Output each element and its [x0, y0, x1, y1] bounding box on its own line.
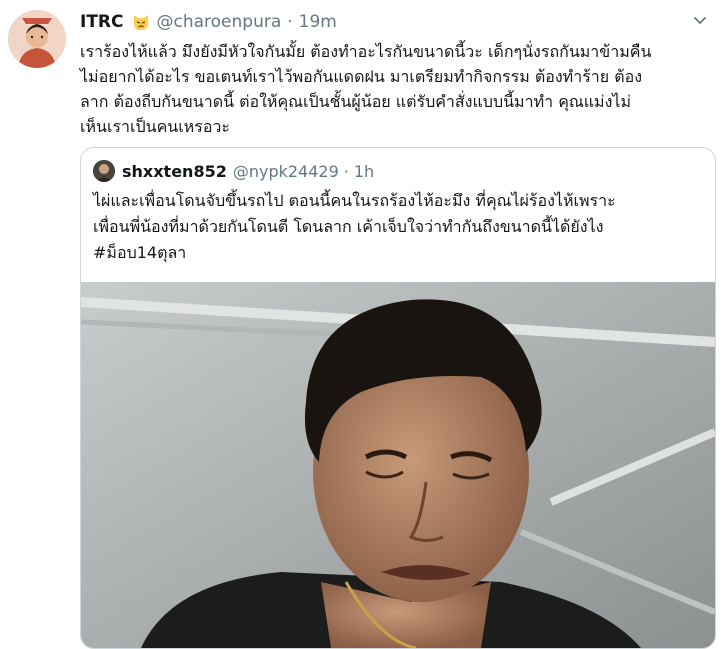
header-separator: ·: [287, 12, 293, 32]
pouting-cat-emoji-icon: [131, 12, 151, 32]
tweet[interactable]: ITRC @charoenpura · 19m เราร้องไห้แล้ว ม…: [0, 0, 724, 649]
chevron-down-icon[interactable]: [690, 10, 710, 30]
author-avatar[interactable]: [8, 10, 66, 68]
tweet-header: ITRC @charoenpura · 19m: [80, 10, 337, 34]
quoted-tweet[interactable]: shxxten852 @nypk24429 · 1h ไผ่และเพื่อนโ…: [80, 147, 716, 649]
author-name[interactable]: ITRC: [80, 10, 124, 34]
tweet-text: เราร้องไห้แล้ว มึงยังมีหัวใจกันมั้ย ต้อง…: [80, 42, 652, 136]
tweet-timestamp[interactable]: 19m: [299, 10, 337, 34]
quoted-author-handle[interactable]: @nypk24429: [233, 162, 339, 181]
quoted-tweet-text: ไผ่และเพื่อนโดนจับขึ้นรถไป ตอนนี้คนในรถร…: [93, 191, 616, 262]
quoted-tweet-header: shxxten852 @nypk24429 · 1h: [93, 160, 374, 182]
quoted-tweet-photo[interactable]: [81, 282, 715, 648]
author-handle[interactable]: @charoenpura: [157, 10, 282, 34]
quoted-tweet-timestamp[interactable]: 1h: [354, 162, 374, 181]
quoted-author-avatar[interactable]: [93, 160, 115, 182]
quoted-author-name[interactable]: shxxten852: [122, 162, 227, 181]
quoted-header-separator: ·: [343, 161, 349, 181]
